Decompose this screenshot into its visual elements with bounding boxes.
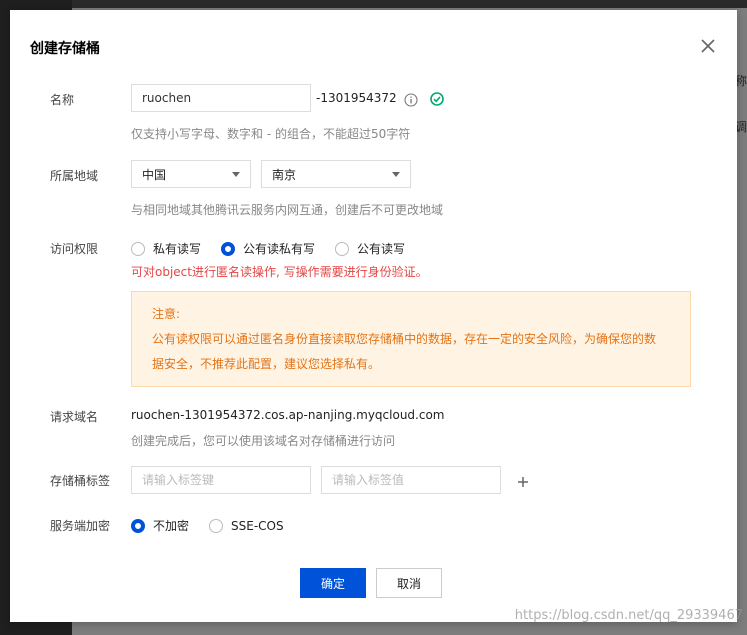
domain-hint: 创建完成后，您可以使用该域名对存储桶进行访问: [131, 434, 396, 448]
close-icon: [701, 39, 715, 53]
confirm-button[interactable]: 确定: [300, 568, 366, 598]
encryption-option-none[interactable]: 不加密: [131, 517, 189, 534]
radio-label: 公有读私有写: [243, 242, 316, 256]
encryption-option-sse-cos[interactable]: SSE-COS: [209, 518, 284, 533]
radio-label: 私有读写: [153, 242, 202, 256]
tags-label: 存储桶标签: [50, 474, 111, 488]
name-hint: 仅支持小写字母、数字和 - 的组合，不能超过50字符: [131, 127, 411, 141]
access-option-public-read[interactable]: 公有读私有写: [221, 240, 315, 257]
country-select[interactable]: 中国: [131, 160, 251, 188]
radio-indicator: [131, 518, 145, 533]
create-bucket-dialog: 创建存储桶 名称 -1301954372 仅支持小写字母、数字和 - 的组合，不…: [10, 10, 737, 622]
encryption-radio-group: 不加密 SSE-COS: [131, 517, 304, 534]
chevron-down-icon: [232, 171, 240, 177]
radio-indicator: [131, 241, 145, 256]
radio-label: 不加密: [153, 519, 190, 533]
city-value: 南京: [272, 167, 297, 182]
city-select[interactable]: 南京: [261, 160, 411, 188]
dialog-title: 创建存储桶: [30, 41, 100, 57]
region-label: 所属地域: [50, 169, 99, 183]
info-icon[interactable]: [404, 93, 418, 107]
watermark: https://blog.csdn.net/qq_29339467: [514, 608, 743, 623]
appid-suffix: -1301954372: [316, 91, 397, 105]
domain-value: ruochen-1301954372.cos.ap-nanjing.myqclo…: [131, 408, 445, 422]
tag-value-input[interactable]: [321, 466, 501, 494]
access-option-public-read-write[interactable]: 公有读写: [335, 240, 405, 257]
cancel-button[interactable]: 取消: [376, 568, 442, 598]
access-warning: 可对object进行匿名读操作, 写操作需要进行身份验证。: [131, 265, 428, 279]
notice-line-1: 公有读权限可以通过匿名身份直接读取您存储桶中的数据，存在一定的安全风险，为确保您…: [152, 332, 657, 346]
region-hint: 与相同地域其他腾讯云服务内网互通，创建后不可更改地域: [131, 203, 444, 217]
country-value: 中国: [142, 167, 167, 182]
add-tag-button[interactable]: [516, 475, 530, 489]
radio-indicator: [335, 241, 350, 256]
radio-label: SSE-COS: [231, 518, 284, 533]
tag-key-input[interactable]: [131, 466, 311, 494]
bucket-name-input[interactable]: [131, 84, 311, 112]
access-radio-group: 私有读写 公有读私有写 公有读写: [131, 240, 425, 257]
backdrop-topbar: [72, 0, 747, 8]
radio-label: 公有读写: [357, 242, 406, 256]
notice-line-2: 据安全，不推荐此配置，建议您选择私有。: [152, 357, 381, 371]
check-success-icon: [430, 92, 444, 106]
chevron-down-icon: [392, 171, 400, 177]
access-label: 访问权限: [50, 242, 99, 256]
close-button[interactable]: [699, 37, 717, 55]
radio-indicator: [221, 241, 236, 256]
plus-icon: [518, 477, 528, 487]
encryption-label: 服务端加密: [50, 519, 111, 533]
notice-title: 注意:: [152, 307, 181, 321]
access-option-private[interactable]: 私有读写: [131, 240, 201, 257]
domain-label: 请求域名: [50, 410, 99, 424]
radio-indicator: [209, 518, 224, 533]
name-label: 名称: [50, 93, 75, 107]
security-notice: 注意: 公有读权限可以通过匿名身份直接读取您存储桶中的数据，存在一定的安全风险，…: [131, 291, 691, 387]
